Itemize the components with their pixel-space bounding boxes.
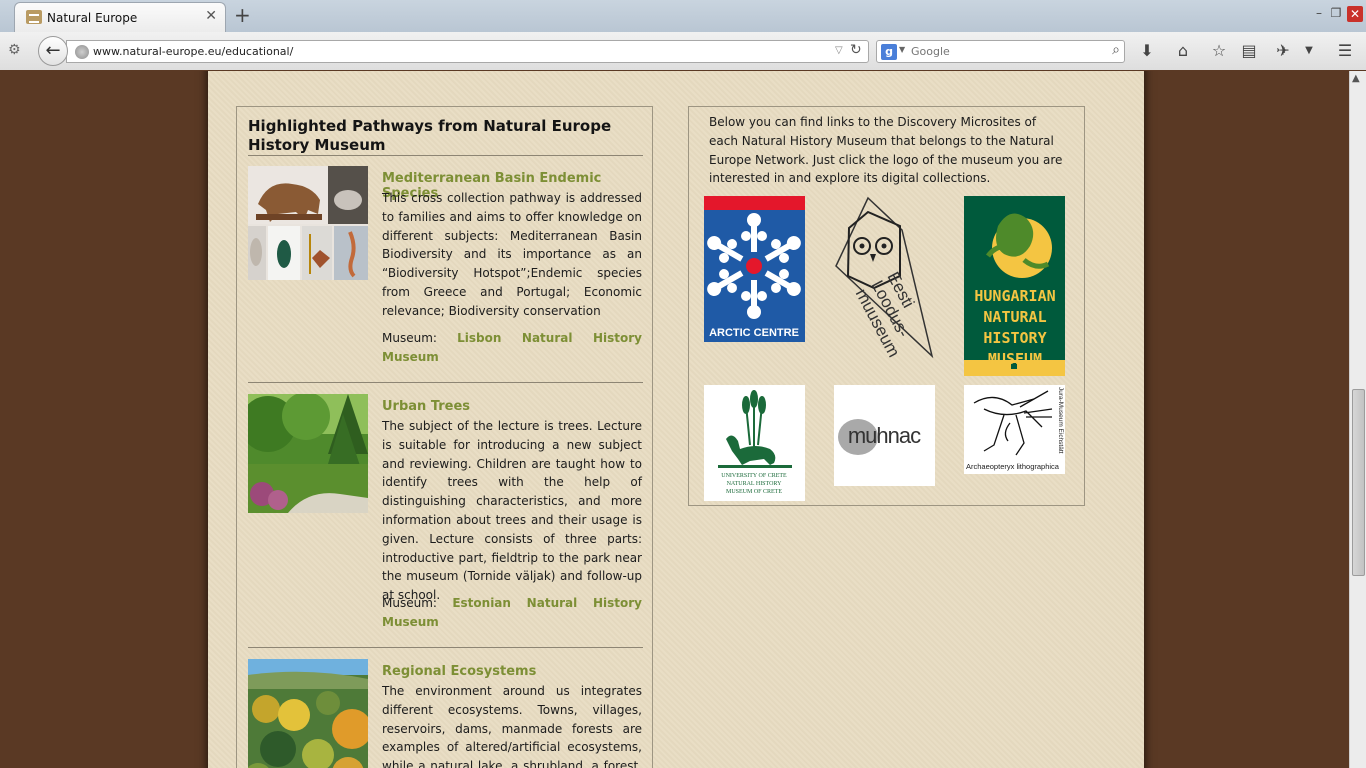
species-collage-image [248,166,368,280]
restore-icon[interactable]: ❐ [1329,6,1343,20]
back-button[interactable]: ← [38,36,68,66]
hungarian-natural-history-museum-logo[interactable]: HUNGARIAN NATURAL HISTORY MUSEUM [964,196,1065,376]
crete-logo-text-1: UNIVERSITY OF CRETE [721,473,787,479]
window-close-icon[interactable]: ✕ [1347,6,1363,22]
microsites-intro-text: Below you can find links to the Discover… [709,115,1063,186]
page-scrollbar[interactable]: ▲ [1349,71,1366,768]
arctic-logo-text: ARCTIC CENTRE [709,327,799,339]
pathway-thumbnail-ecosystems[interactable] [248,659,368,768]
addon-icon[interactable]: ✈ [1272,40,1294,62]
scrollbar-thumb[interactable] [1352,389,1365,576]
search-input[interactable] [911,43,1101,60]
divider [248,382,643,383]
muhnac-logo-text: muhnac [848,423,921,448]
regional-ecosystems-image [248,659,368,768]
site-favicon-icon [26,10,42,24]
museum-link-part1[interactable]: Estonian Natural History [452,596,642,610]
jura-museum-logo[interactable]: Archaeopteryx lithographica Jura-Museum … [964,385,1065,474]
pathway-thumbnail-trees[interactable] [248,394,368,513]
hungarian-logo-text-2: NATURAL [983,308,1046,326]
pathway-description: The environment around us integrates dif… [382,684,642,768]
bookmark-star-icon[interactable]: ☆ [1208,40,1230,62]
navigation-bar: ⚙ ▽ ↻ ← g ▼ ⌕ ⬇ ⌂ ☆ ▤ ✈ ▼ ☰ [0,32,1366,70]
tab-natural-europe[interactable]: Natural Europe ✕ [14,2,226,32]
pathway-description: The subject of the lecture is trees. Lec… [382,419,642,603]
new-tab-plus-icon[interactable]: + [234,5,251,25]
pathway-museum: Museum: Lisbon Natural History Museum [382,329,642,367]
search-engine-dropdown-icon[interactable]: ▼ [899,45,905,54]
reload-icon[interactable]: ↻ [850,42,862,58]
google-engine-icon[interactable]: g [881,44,897,60]
tab-bar: Natural Europe ✕ + – ❐ ✕ [0,0,1366,32]
hungarian-logo-text-3: HISTORY [983,329,1046,347]
museum-link-part2[interactable]: Museum [382,613,642,632]
back-arrow-icon: ← [45,40,61,61]
divider [248,647,643,648]
crete-logo-text-3: MUSEUM OF CRETE [726,489,782,495]
natural-history-museum-of-crete-logo[interactable]: UNIVERSITY OF CRETE NATURAL HISTORY MUSE… [704,385,805,501]
url-history-dropdown-icon[interactable]: ▽ [835,45,843,56]
search-icon[interactable]: ⌕ [1112,42,1120,58]
muhnac-logo[interactable]: muhnac [834,385,935,486]
crete-logo-text-2: NATURAL HISTORY [727,481,783,487]
urban-trees-image [248,394,368,513]
museum-label: Museum: [382,331,437,345]
pathway-description: This cross collection pathway is address… [382,191,642,318]
pathways-heading: Highlighted Pathways from Natural Europe… [248,117,612,154]
addon-dropdown-icon[interactable]: ▼ [1298,40,1320,62]
museum-label: Museum: [382,596,437,610]
museum-microsites-panel: Below you can find links to the Discover… [688,106,1085,506]
search-bar[interactable]: g ▼ ⌕ [876,40,1125,63]
museum-link-part1[interactable]: Lisbon Natural History [457,331,642,345]
eesti-logo-image: Eesti Loodus- muuseum [835,196,934,360]
jura-logo-side-text: Jura-Museum Eichstätt [1057,387,1064,454]
downloads-icon[interactable]: ⬇ [1136,40,1158,62]
web-page: Highlighted Pathways from Natural Europe… [0,71,1349,768]
muhnac-logo-image: muhnac [834,385,935,486]
url-bar[interactable]: ▽ ↻ [66,40,869,63]
tab-title: Natural Europe [47,11,138,25]
extensions-icon[interactable]: ⚙ [8,42,21,58]
archaeopteryx-logo-image: Archaeopteryx lithographica Jura-Museum … [964,385,1065,474]
pathway-title-link[interactable]: Regional Ecosystems [382,664,644,679]
museum-link-part2[interactable]: Museum [382,348,642,367]
hungarian-logo-text-1: HUNGARIAN [974,287,1055,305]
hungarian-logo-text-4: MUSEUM [988,350,1042,368]
eesti-loodusmuuseum-logo[interactable]: Eesti Loodus- muuseum [834,196,936,361]
minimize-icon[interactable]: – [1312,6,1326,20]
url-input[interactable] [93,43,833,60]
divider [248,155,643,156]
site-identity-icon[interactable] [75,45,89,59]
pathway-museum: Museum: Estonian Natural History Museum [382,594,642,632]
tab-close-icon[interactable]: ✕ [205,9,217,23]
crete-logo-image: UNIVERSITY OF CRETE NATURAL HISTORY MUSE… [704,385,805,501]
reading-list-icon[interactable]: ▤ [1238,40,1260,62]
home-icon[interactable]: ⌂ [1172,40,1194,62]
browser-chrome: Natural Europe ✕ + – ❐ ✕ ⚙ ▽ ↻ ← g ▼ ⌕ ⬇… [0,0,1366,70]
jura-logo-caption: Archaeopteryx lithographica [966,462,1060,471]
scroll-up-arrow-icon[interactable]: ▲ [1352,73,1360,84]
pathway-thumbnail-species[interactable] [248,166,368,280]
hungarian-logo-image: HUNGARIAN NATURAL HISTORY MUSEUM [964,196,1065,376]
highlighted-pathways-panel: Highlighted Pathways from Natural Europe… [236,106,653,768]
arctic-centre-logo-image: ARCTIC CENTRE [704,196,805,342]
pathway-title-link[interactable]: Urban Trees [382,399,644,414]
menu-hamburger-icon[interactable]: ☰ [1334,40,1356,62]
arctic-centre-logo[interactable]: ARCTIC CENTRE [704,196,805,342]
